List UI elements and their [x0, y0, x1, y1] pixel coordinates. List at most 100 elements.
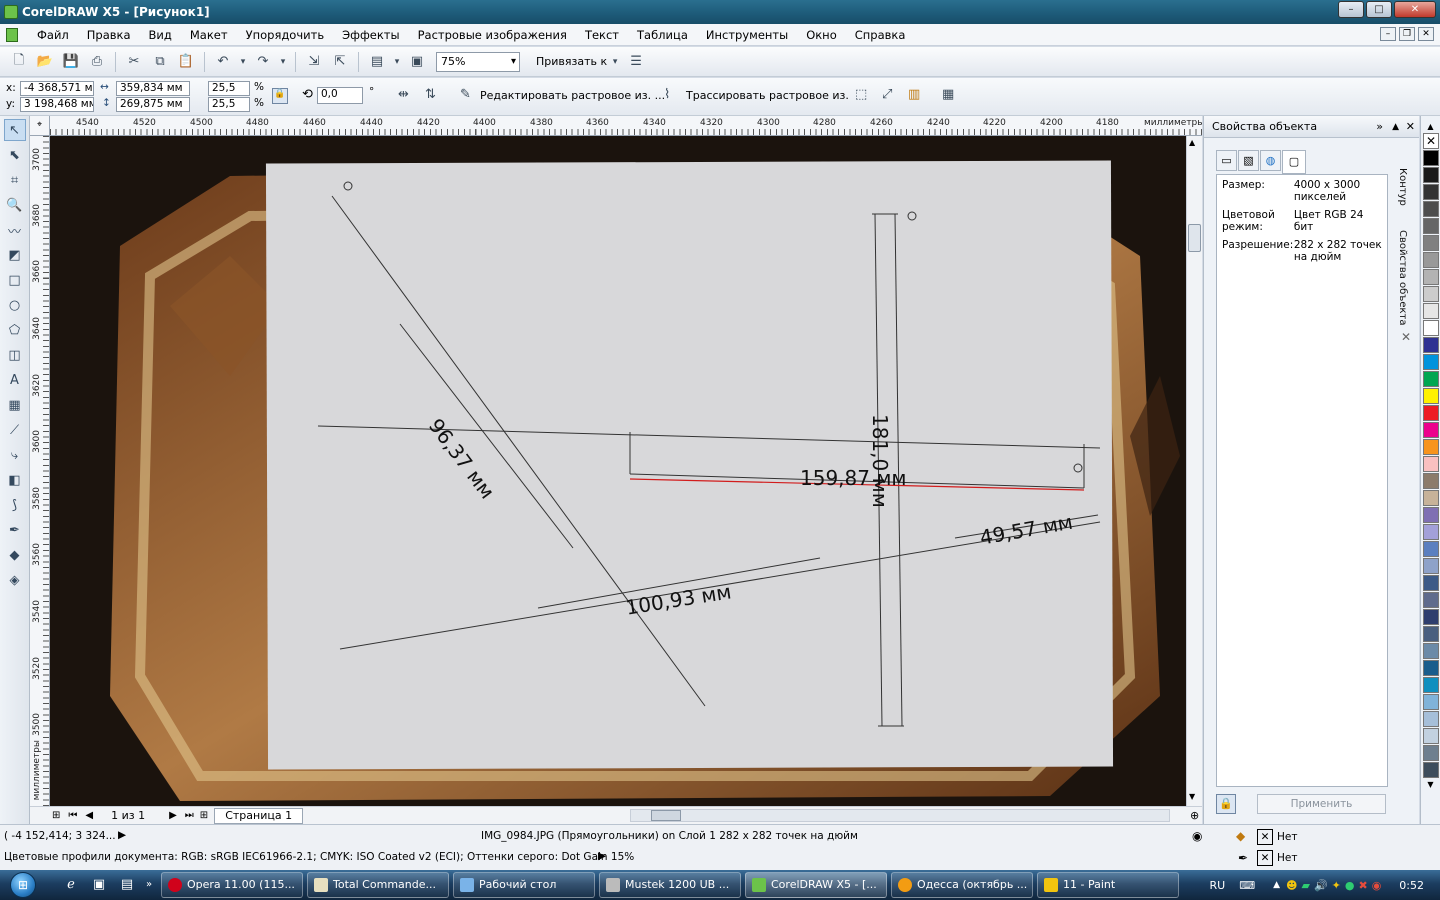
redo-icon[interactable]: ↷ [252, 51, 274, 73]
smart-fill-tool-icon[interactable]: ◩ [4, 244, 26, 266]
profiles-expand-icon[interactable]: ▶ [598, 850, 606, 862]
horizontal-scrollbar[interactable] [630, 809, 1170, 822]
x-position-field[interactable]: -4 368,571 мм [20, 81, 94, 96]
basic-shapes-tool-icon[interactable]: ◫ [4, 344, 26, 366]
lock-icon[interactable]: 🔒 [1216, 794, 1236, 814]
last-page-icon[interactable]: ⏭ [185, 810, 194, 821]
pick-tool-icon[interactable]: ↖ [3, 119, 26, 141]
prev-page-icon[interactable]: ◀ [85, 810, 93, 821]
page-tab[interactable]: Страница 1 [214, 807, 304, 824]
tab-close-icon[interactable]: ✕ [1401, 330, 1411, 344]
color-swatch[interactable] [1423, 371, 1439, 387]
transparency-tab-icon[interactable]: ▧ [1238, 150, 1259, 171]
scroll-up-icon[interactable]: ▲ [1189, 138, 1195, 147]
color-swatch[interactable] [1423, 711, 1439, 727]
taskbar-item-opera[interactable]: Opera 11.00 (115... [161, 872, 303, 898]
y-position-field[interactable]: 3 198,468 мм [20, 97, 94, 112]
scale-y-field[interactable]: 25,5 [208, 97, 250, 112]
welcome-screen-icon[interactable]: ▣ [406, 51, 428, 73]
menu-bitmaps[interactable]: Растровые изображения [409, 28, 576, 42]
options-icon[interactable]: ☰ [625, 51, 647, 73]
horizontal-scroll-thumb[interactable] [651, 810, 681, 821]
no-outline-swatch[interactable]: ✕ [1257, 850, 1273, 866]
volume-icon[interactable]: 🔊 [1314, 879, 1328, 892]
undo-dropdown-icon[interactable]: ▾ [238, 51, 248, 73]
color-swatch[interactable] [1423, 626, 1439, 642]
menu-table[interactable]: Таблица [628, 28, 697, 42]
color-swatch[interactable] [1423, 660, 1439, 676]
quicklaunch-app-icon[interactable]: ▤ [114, 874, 140, 896]
fill-tool-icon[interactable]: ◆ [4, 544, 26, 566]
copy-icon[interactable]: ⧉ [149, 51, 171, 73]
menu-tools[interactable]: Инструменты [697, 28, 797, 42]
palette-scroll-down-icon[interactable]: ▼ [1421, 780, 1440, 789]
collapse-icon[interactable]: ▲ [1392, 116, 1399, 138]
object-properties-tab[interactable]: Свойства объекта [1397, 230, 1408, 326]
open-icon[interactable]: 📂 [34, 51, 56, 73]
internet-tab-icon[interactable]: ◍ [1260, 150, 1281, 171]
tray-app4-icon[interactable]: ✖ [1358, 879, 1367, 892]
color-swatch[interactable] [1423, 456, 1439, 472]
add-page-after-icon[interactable]: ⊞ [200, 810, 208, 821]
no-fill-swatch[interactable]: ✕ [1257, 829, 1273, 845]
wrap-text-icon[interactable]: ▦ [942, 87, 954, 102]
color-swatch[interactable] [1423, 473, 1439, 489]
ellipse-tool-icon[interactable]: ○ [4, 294, 26, 316]
network-icon[interactable]: ▰ [1301, 879, 1309, 892]
color-swatch[interactable] [1423, 235, 1439, 251]
document-icon[interactable] [6, 27, 18, 42]
zoom-level-select[interactable]: 75% [436, 51, 520, 72]
palette-scroll-up-icon[interactable]: ▲ [1421, 122, 1440, 131]
clock[interactable]: 0:52 [1399, 879, 1424, 892]
paste-icon[interactable]: 📋 [175, 51, 197, 73]
print-icon[interactable]: ⎙ [86, 51, 108, 73]
mirror-horizontal-icon[interactable]: ⇹ [398, 87, 409, 102]
undo-icon[interactable]: ↶ [212, 51, 234, 73]
color-swatch[interactable] [1423, 337, 1439, 353]
navigator-icon[interactable]: ⊕ [1190, 809, 1199, 822]
mirror-vertical-icon[interactable]: ⇅ [425, 87, 436, 102]
lock-ratio-icon[interactable]: 🔒 [272, 88, 288, 104]
snap-to-dropdown[interactable]: Привязать к [536, 55, 607, 68]
color-swatch[interactable] [1423, 252, 1439, 268]
edit-bitmap-button[interactable]: Редактировать растровое из. ... [480, 89, 665, 102]
rotation-angle-field[interactable]: 0,0 [317, 87, 363, 104]
keyboard-icon[interactable]: ⌨ [1239, 879, 1255, 892]
drawing-canvas[interactable]: 96,37 мм 159,87 мм 181,0 мм 49,57 мм 100… [50, 136, 1186, 806]
trace-bitmap-icon[interactable]: ⌇ [664, 87, 670, 102]
color-swatch[interactable] [1423, 575, 1439, 591]
color-swatch[interactable] [1423, 405, 1439, 421]
rectangle-tool-icon[interactable]: □ [4, 269, 26, 291]
crop-bitmap-icon[interactable]: ⬚ [855, 87, 867, 102]
doc-restore-button[interactable]: ❐ [1399, 27, 1415, 41]
color-swatch[interactable] [1423, 524, 1439, 540]
shape-tool-icon[interactable]: ⬉ [4, 144, 26, 166]
color-swatch[interactable] [1423, 218, 1439, 234]
show-desktop-icon[interactable]: ▣ [86, 874, 112, 896]
language-indicator[interactable]: RU [1209, 879, 1225, 892]
color-proof-icon[interactable]: ◉ [1192, 829, 1202, 843]
height-field[interactable]: 269,875 мм [116, 97, 190, 112]
export-icon[interactable]: ⇱ [329, 51, 351, 73]
maximize-button[interactable]: □ [1366, 1, 1392, 18]
color-swatch[interactable] [1423, 388, 1439, 404]
color-swatch[interactable] [1423, 269, 1439, 285]
color-swatch[interactable] [1423, 643, 1439, 659]
tray-app3-icon[interactable]: ● [1345, 879, 1355, 892]
apply-button[interactable]: Применить [1257, 794, 1386, 814]
freehand-tool-icon[interactable]: 〰 [4, 219, 26, 241]
menu-edit[interactable]: Правка [78, 28, 140, 42]
color-swatch[interactable] [1423, 592, 1439, 608]
eyedropper-tool-icon[interactable]: ⟆ [4, 494, 26, 516]
menu-view[interactable]: Вид [140, 28, 181, 42]
dimension-tool-icon[interactable]: ⟋ [4, 419, 26, 441]
tray-app2-icon[interactable]: ✦ [1332, 879, 1341, 892]
taskbar-item-paint[interactable]: 11 - Paint [1037, 872, 1179, 898]
width-field[interactable]: 359,834 мм [116, 81, 190, 96]
color-swatch[interactable] [1423, 439, 1439, 455]
menu-file[interactable]: Файл [28, 28, 78, 42]
outline-tool-icon[interactable]: ✒ [4, 519, 26, 541]
color-swatch[interactable] [1423, 354, 1439, 370]
trace-bitmap-button[interactable]: Трассировать растровое из. [686, 89, 849, 102]
launcher-dropdown-icon[interactable]: ▾ [392, 51, 402, 73]
